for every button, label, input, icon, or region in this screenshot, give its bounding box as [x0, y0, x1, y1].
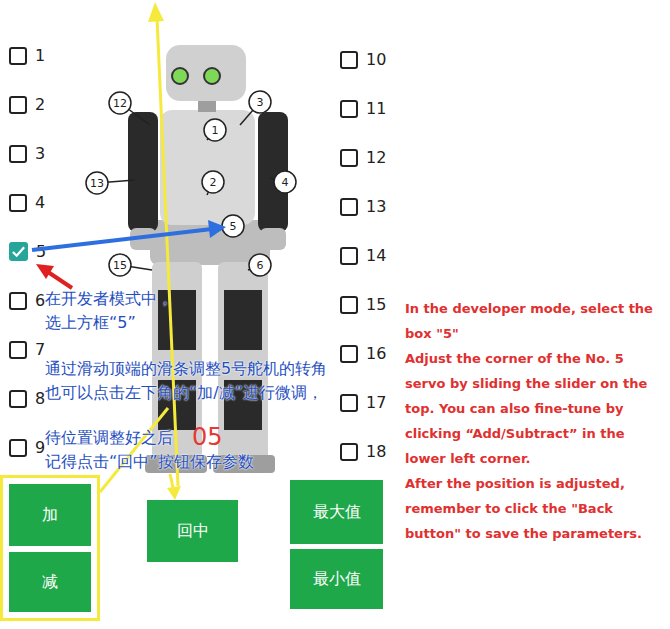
checkbox-label: 14: [366, 248, 386, 264]
checkbox-label: 13: [366, 199, 386, 215]
annotation-text: 通过滑动顶端的滑条调整5号舵机的转角也可以点击左下角的“加/减”进行微调，: [45, 357, 327, 405]
svg-text:1: 1: [212, 124, 219, 137]
instructions-panel: In the developer mode, select the box "5…: [390, 0, 655, 621]
checkbox-label: 11: [366, 101, 386, 117]
servo-checkbox-row[interactable]: 1: [9, 31, 100, 80]
right-column: 10 11 12 13 14 15 16 17 18 最大值最小值: [290, 0, 390, 621]
svg-text:2: 2: [210, 176, 217, 189]
checkbox-label: 3: [35, 146, 45, 162]
checkbox-label: 1: [35, 48, 45, 64]
checkbox-checked[interactable]: [9, 242, 28, 261]
checkbox-empty[interactable]: [9, 145, 27, 163]
annotation-text: 在开发者模式中，选上方框“5”: [45, 287, 173, 335]
svg-text:6: 6: [257, 259, 264, 272]
right-checkbox-list: 10 11 12 13 14 15 16 17 18: [290, 0, 390, 476]
green-button[interactable]: 加: [9, 484, 91, 546]
checkbox-label: 18: [366, 444, 386, 460]
fine-tune-group: 加减: [0, 475, 100, 621]
checkbox-empty[interactable]: [340, 100, 358, 118]
servo-callout: 5: [212, 215, 244, 237]
servo-checkbox-row[interactable]: 2: [9, 80, 100, 129]
checkbox-label: 5: [36, 244, 46, 260]
green-button[interactable]: 回中: [147, 500, 238, 562]
checkbox-label: 10: [366, 52, 386, 68]
center-column: 回中: [100, 0, 290, 621]
checkbox-label: 16: [366, 346, 386, 362]
main-layout: 123456789加减回中101112131415161718最大值最小值In …: [0, 0, 670, 621]
checkbox-empty[interactable]: [340, 394, 358, 412]
checkbox-empty[interactable]: [9, 390, 27, 408]
left-column: 1 2 3 4 5 6 7 8 9 加减: [0, 0, 100, 621]
servo-callout: 3: [240, 91, 271, 125]
servo-checkbox-row[interactable]: 4: [9, 178, 100, 227]
checkbox-empty[interactable]: [340, 345, 358, 363]
servo-callout: 15: [109, 254, 152, 276]
servo-callout: 2: [202, 171, 224, 195]
checkbox-empty[interactable]: [9, 47, 27, 65]
checkbox-empty[interactable]: [9, 194, 27, 212]
checkbox-empty[interactable]: [340, 51, 358, 69]
green-button[interactable]: 减: [9, 552, 91, 612]
servo-checkbox-row[interactable]: 5: [9, 227, 100, 276]
checkbox-label: 8: [35, 391, 45, 407]
checkbox-label: 12: [366, 150, 386, 166]
checkbox-empty[interactable]: [9, 96, 27, 114]
servo-callout: 13: [86, 172, 135, 194]
checkbox-empty[interactable]: [340, 247, 358, 265]
checkbox-label: 4: [35, 195, 45, 211]
checkbox-empty[interactable]: [340, 198, 358, 216]
checkbox-label: 2: [35, 97, 45, 113]
servo-callout: 4: [270, 171, 296, 193]
servo-tuning-page: 123121345156123456789加减回中101112131415161…: [0, 0, 670, 629]
checkbox-empty[interactable]: [340, 149, 358, 167]
checkbox-empty[interactable]: [9, 341, 27, 359]
svg-text:4: 4: [282, 176, 289, 189]
checkbox-label: 15: [366, 297, 386, 313]
checkbox-empty[interactable]: [340, 296, 358, 314]
servo-checkbox-row[interactable]: 12: [340, 133, 390, 182]
instruction-text: After the position is adjusted, remember…: [405, 471, 655, 546]
instruction-text: In the developer mode, select the box "5…: [405, 296, 655, 346]
checkbox-empty[interactable]: [9, 292, 27, 310]
servo-checkbox-row[interactable]: 16: [340, 329, 390, 378]
checkbox-label: 7: [35, 342, 45, 358]
servo-checkbox-row[interactable]: 14: [340, 231, 390, 280]
check-icon: [11, 244, 26, 259]
svg-text:15: 15: [113, 259, 127, 272]
servo-checkbox-row[interactable]: 3: [9, 129, 100, 178]
checkbox-label: 17: [366, 395, 386, 411]
svg-text:12: 12: [113, 97, 127, 110]
servo-checkbox-row[interactable]: 17: [340, 378, 390, 427]
svg-text:3: 3: [257, 96, 264, 109]
limit-buttons: 最大值最小值: [290, 480, 390, 609]
servo-checkbox-row[interactable]: 18: [340, 427, 390, 476]
servo-checkbox-row[interactable]: 13: [340, 182, 390, 231]
svg-text:5: 5: [230, 220, 237, 233]
green-button[interactable]: 最小值: [290, 549, 383, 609]
svg-text:13: 13: [90, 177, 104, 190]
servo-callout: 1: [204, 119, 226, 141]
servo-checkbox-row[interactable]: 11: [340, 84, 390, 133]
checkbox-label: 9: [35, 440, 45, 456]
checkbox-label: 6: [35, 293, 45, 309]
instruction-text: Adjust the corner of the No. 5 servo by …: [405, 346, 655, 471]
angle-value: 05: [192, 424, 223, 450]
checkbox-empty[interactable]: [9, 439, 27, 457]
annotation-text: 待位置调整好之后记得点击“回中”按钮保存参数: [45, 426, 254, 474]
servo-callout: 12: [109, 92, 150, 125]
servo-checkbox-row[interactable]: 10: [340, 35, 390, 84]
green-button[interactable]: 最大值: [290, 480, 383, 544]
servo-checkbox-row[interactable]: 15: [340, 280, 390, 329]
servo-callout: 6: [248, 254, 271, 276]
checkbox-empty[interactable]: [340, 443, 358, 461]
